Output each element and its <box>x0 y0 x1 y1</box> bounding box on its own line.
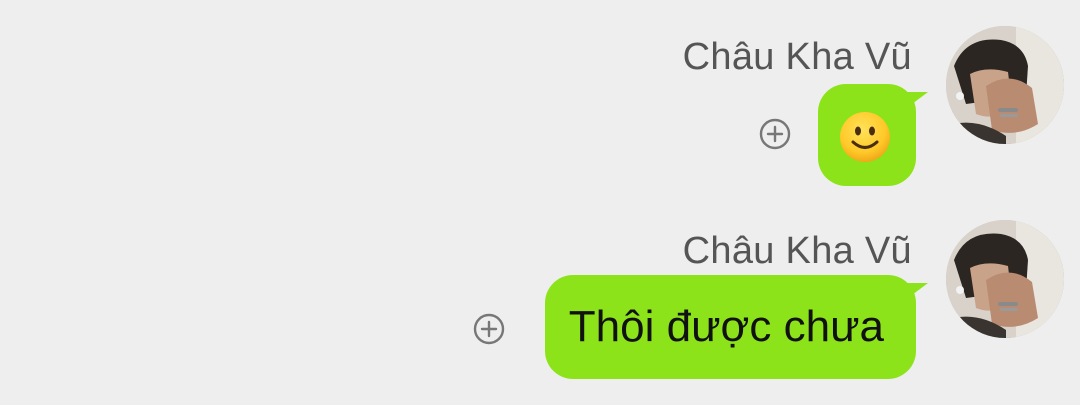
sender-name: Châu Kha Vũ <box>682 230 912 272</box>
slightly-smiling-face-icon <box>840 112 890 162</box>
message-bubble[interactable]: Thôi được chưa <box>544 275 929 379</box>
add-reaction-button[interactable] <box>473 313 505 345</box>
plus-circle-icon <box>473 313 505 345</box>
add-reaction-button[interactable] <box>759 118 791 150</box>
message-text: Thôi được chưa <box>568 302 884 351</box>
plus-circle-icon <box>759 118 791 150</box>
message-item: Châu Kha Vũ Thôi được chưa <box>0 216 1080 386</box>
message-item: Châu Kha Vũ <box>0 22 1080 192</box>
avatar[interactable] <box>946 220 1064 338</box>
message-bubble[interactable] <box>818 84 928 186</box>
sender-name: Châu Kha Vũ <box>682 36 912 78</box>
avatar[interactable] <box>946 26 1064 144</box>
chat-thread: Châu Kha Vũ Châu Kha Vũ Thôi được chưa <box>0 0 1080 405</box>
